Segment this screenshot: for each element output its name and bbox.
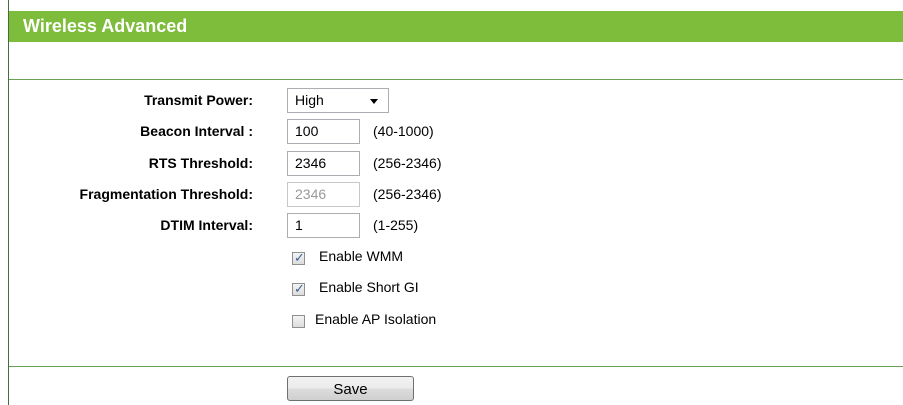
beacon-interval-input[interactable]: 100 <box>287 119 360 144</box>
transmit-power-label: Transmit Power: <box>144 92 253 108</box>
rts-threshold-range: (256-2346) <box>373 155 442 171</box>
dtim-interval-label: DTIM Interval: <box>160 217 253 233</box>
dtim-interval-input[interactable]: 1 <box>287 213 360 238</box>
divider-bottom <box>9 366 903 367</box>
fragmentation-threshold-label: Fragmentation Threshold: <box>79 186 253 202</box>
enable-ap-isolation-checkbox[interactable] <box>292 315 305 328</box>
fragmentation-threshold-range: (256-2346) <box>373 186 442 202</box>
enable-wmm-label: Enable WMM <box>319 248 404 264</box>
save-button[interactable]: Save <box>287 376 414 401</box>
enable-wmm-checkbox[interactable]: ✓ <box>292 250 305 265</box>
rts-threshold-label: RTS Threshold: <box>148 155 253 171</box>
chevron-down-icon <box>370 99 378 104</box>
enable-ap-isolation-label: Enable AP Isolation <box>315 311 437 327</box>
divider-top <box>9 79 903 80</box>
rts-threshold-input[interactable]: 2346 <box>287 151 360 176</box>
fragmentation-threshold-input: 2346 <box>287 182 360 207</box>
checkmark-icon: ✓ <box>294 250 305 265</box>
transmit-power-value: High <box>295 92 324 108</box>
enable-short-gi-checkbox[interactable]: ✓ <box>292 281 305 296</box>
enable-short-gi-label: Enable Short GI <box>319 279 419 295</box>
page-title: Wireless Advanced <box>9 11 903 42</box>
beacon-interval-label: Beacon Interval : <box>140 123 253 139</box>
transmit-power-select[interactable]: High <box>287 88 389 113</box>
beacon-interval-range: (40-1000) <box>373 123 434 139</box>
wireless-advanced-panel: Wireless Advanced Transmit Power: High B… <box>8 0 903 405</box>
dtim-interval-range: (1-255) <box>373 217 419 233</box>
checkmark-icon: ✓ <box>294 281 305 296</box>
